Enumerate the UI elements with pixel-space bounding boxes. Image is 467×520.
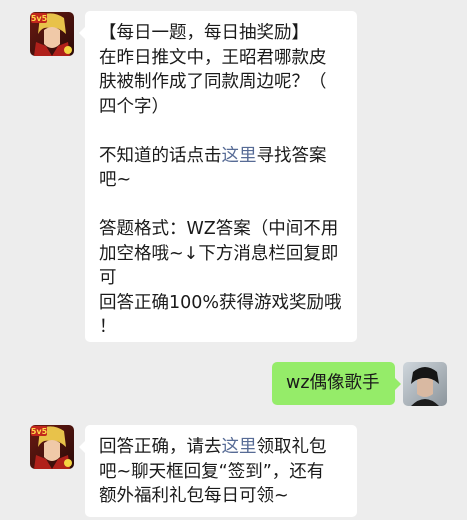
message-text: 领取礼包 xyxy=(256,437,327,457)
message-text: 肤被制作成了同款周边呢？（ xyxy=(99,72,327,92)
message-text: 寻找答案 xyxy=(256,145,327,166)
message-text: 吧~ xyxy=(99,170,132,190)
message-text: 【每日一题，每日抽奖励】 xyxy=(99,23,309,43)
game-hero-avatar-icon: 5v5 xyxy=(30,12,74,56)
message-text: 可 xyxy=(99,268,117,288)
message-bubble-reply[interactable]: 回答正确，请去这里领取礼包 吧~聊天框回复“签到”，还有 额外福利礼包每日可领~ xyxy=(79,425,357,517)
message-bubble-user-answer[interactable]: wz偶像歌手 xyxy=(272,362,401,405)
message-text: 答题格式：WZ答案（中间不用 xyxy=(99,219,339,239)
message-text: 吧~聊天框回复“签到”，还有 xyxy=(99,461,325,482)
message-text: 四个字） xyxy=(99,96,169,117)
gift-pack-link[interactable]: 这里 xyxy=(222,437,257,457)
message-text: 回答正确，请去 xyxy=(99,437,222,457)
game-hero-avatar-icon: 5v5 xyxy=(30,425,74,469)
user-avatar[interactable] xyxy=(403,362,447,406)
message-text: 不知道的话点击 xyxy=(99,145,222,166)
user-portrait-avatar-icon xyxy=(403,362,447,406)
message-text: wz偶像歌手 xyxy=(286,373,380,393)
answer-hint-link[interactable]: 这里 xyxy=(222,146,257,166)
sender-avatar[interactable]: 5v5 xyxy=(30,425,74,469)
svg-text:5v5: 5v5 xyxy=(31,427,48,436)
message-bubble-question[interactable]: 【每日一题，每日抽奖励】 在昨日推文中，王昭君哪款皮 肤被制作成了同款周边呢？（… xyxy=(79,11,357,342)
message-text: ！ xyxy=(99,317,117,337)
svg-text:5v5: 5v5 xyxy=(31,14,48,23)
message-text: 加空格哦~↓下方消息栏回复即 xyxy=(99,243,339,264)
message-text: 在昨日推文中，王昭君哪款皮 xyxy=(99,47,327,68)
message-text: 回答正确100%获得游戏奖励哦 xyxy=(99,292,342,313)
message-text: 额外福利礼包每日可领~ xyxy=(99,486,289,506)
sender-avatar[interactable]: 5v5 xyxy=(30,12,74,56)
